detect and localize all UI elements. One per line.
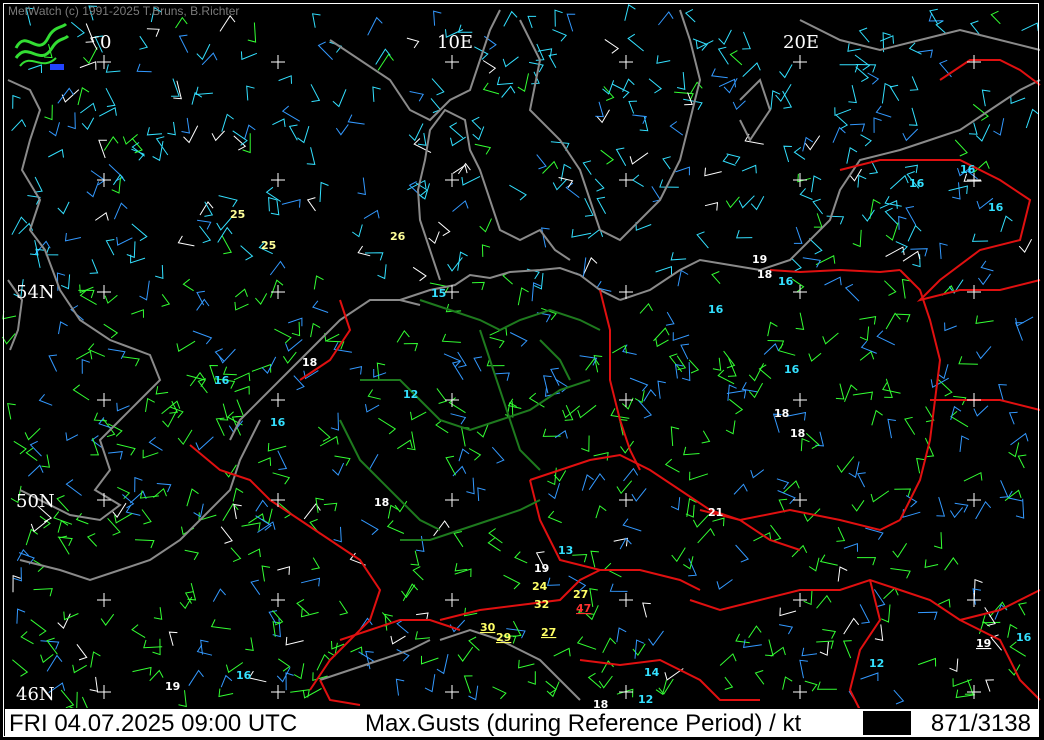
- gust-value: 15: [431, 287, 446, 300]
- gust-value: 16: [960, 163, 976, 176]
- gust-value: 27: [541, 626, 556, 639]
- gust-value: 16: [778, 275, 794, 288]
- gust-value: 25: [230, 208, 245, 221]
- gust-value: 13: [558, 544, 573, 557]
- weather-map[interactable]: 0 10E 20E 54N 50N 46N 25 25 26 15 18 16 12 16 18…: [0, 0, 1044, 740]
- gust-value: 30: [480, 621, 496, 634]
- gust-value: 19: [976, 637, 991, 650]
- gust-value: 19: [165, 680, 180, 693]
- lat-label-54n: 54N: [16, 282, 55, 303]
- gust-value: 16: [214, 374, 230, 387]
- gust-value: 12: [869, 657, 884, 670]
- station-counter: 871/3138: [930, 710, 1031, 737]
- gust-value: 16: [988, 201, 1004, 214]
- gust-value: 27: [573, 588, 588, 601]
- lon-label-0: 0: [100, 32, 111, 53]
- gust-value: 16: [708, 303, 724, 316]
- valid-datetime: FRI 04.07.2025 09:00 UTC: [9, 710, 298, 737]
- gust-value: 12: [638, 693, 653, 706]
- gust-value: 32: [534, 598, 549, 611]
- gust-value: 16: [1016, 631, 1032, 644]
- gust-value: 19: [752, 253, 767, 266]
- gust-value: 19: [534, 562, 549, 575]
- gust-value: 16: [909, 177, 925, 190]
- gust-value: 18: [302, 356, 317, 369]
- lat-label-46n: 46N: [16, 684, 55, 705]
- metwatch-logo-icon[interactable]: [12, 18, 70, 72]
- gust-value: 18: [374, 496, 389, 509]
- gust-value: 16: [784, 363, 800, 376]
- gust-value: 26: [390, 230, 406, 243]
- gust-value: 18: [757, 268, 772, 281]
- copyright-text: MetWatch (c) 1991-2025 T.Bruns, B.Richte…: [8, 4, 240, 18]
- gust-value: 12: [403, 388, 418, 401]
- gust-value: 24: [532, 580, 548, 593]
- gust-value: 18: [774, 407, 789, 420]
- gust-value: 29: [496, 631, 511, 644]
- gust-value: 25: [261, 239, 276, 252]
- lat-label-50n: 50N: [16, 491, 55, 512]
- parameter-label: Max.Gusts (during Reference Period) / kt: [365, 710, 802, 737]
- gust-value: 16: [236, 669, 252, 682]
- color-scale-swatch: [863, 711, 911, 735]
- gust-value: 14: [644, 666, 660, 679]
- lon-label-20e: 20E: [783, 32, 819, 53]
- lon-label-10e: 10E: [437, 32, 473, 53]
- gust-value: 18: [790, 427, 805, 440]
- gust-value: 16: [270, 416, 286, 429]
- gust-value: 47: [576, 602, 591, 615]
- status-bar: FRI 04.07.2025 09:00 UTC Max.Gusts (duri…: [4, 708, 1040, 738]
- gust-value: 21: [708, 506, 723, 519]
